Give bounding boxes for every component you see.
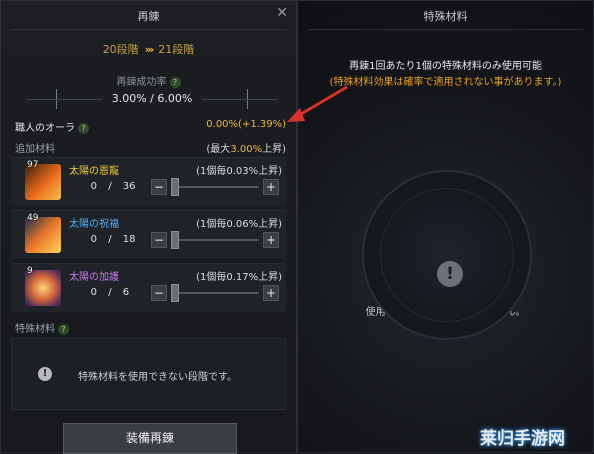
help-icon[interactable]: ? [78,122,89,134]
material-count: 49 [27,213,39,223]
extra-materials-max: (最大3.00%上昇) [206,140,286,155]
stage-to: 21段階 [158,43,195,56]
special-materials-header: 特殊材料? [15,320,286,335]
divider [11,29,286,30]
warning-icon: ! [437,261,463,287]
plus-button[interactable]: + [263,179,279,195]
quantity-current: 0 [90,234,97,245]
divider [308,29,583,30]
quantity-stepper[interactable]: − + [151,284,279,302]
material-quantity: 0 / 18 [83,234,147,245]
material-rate: (1個毎0.06%上昇) [196,219,282,230]
artisan-aura-label: 職人のオーラ [15,123,75,134]
plus-button[interactable]: + [263,285,279,301]
max-suffix: 上昇) [262,144,286,155]
quantity-stepper[interactable]: − + [151,231,279,249]
material-quantity: 0 / 6 [83,287,147,298]
material-row: 49 太陽の祝福 (1個毎0.06%上昇) 0 / 18 − + [11,210,286,259]
material-name: 太陽の恩寵 [69,166,119,177]
special-materials-label: 特殊材料 [15,324,55,335]
material-rate: (1個毎0.03%上昇) [196,166,282,177]
slider-track[interactable] [171,292,259,294]
material-row: 97 太陽の恩寵 (1個毎0.03%上昇) 0 / 36 − + [11,157,286,206]
special-notice-line2: (特殊材料効果は確率で適用されない事があります。) [329,77,562,88]
special-panel-title: 特殊材料 [423,10,468,23]
material-count: 97 [27,160,39,170]
max-prefix: (最大 [206,144,231,155]
refine-panel: 再錬 ✕ 20段階 ››› 21段階 再錬成功率? 3.00% / 6.00% 職人… [0,0,297,454]
stage-from: 20段階 [102,43,139,56]
help-icon[interactable]: ? [58,323,69,335]
quantity-slash: / [108,181,112,192]
watermark: 莱归手游网 [480,429,565,449]
quantity-max: 18 [122,234,136,245]
material-name: 太陽の祝福 [69,219,119,230]
quantity-current: 0 [90,287,97,298]
equipment-refine-button[interactable]: 装備再錬 [63,423,237,454]
slider-track[interactable] [171,239,259,241]
success-rate-value: 3.00% / 6.00% [101,92,203,105]
refine-panel-title: 再錬 [137,10,160,23]
slider-handle[interactable] [171,178,179,196]
close-icon[interactable]: ✕ [276,5,288,21]
success-rate-label-text: 再錬成功率 [116,77,167,88]
success-rate-box: 3.00% / 6.00% [27,89,277,109]
slider-handle[interactable] [171,284,179,302]
quantity-slash: / [108,234,112,245]
special-materials-message: 特殊材料を使用できない段階です。 [78,372,237,383]
quantity-slash: / [108,287,112,298]
stage-row: 20段階 ››› 21段階 [1,41,296,57]
material-row: 9 太陽の加護 (1個毎0.17%上昇) 0 / 6 − + [11,263,286,312]
plus-button[interactable]: + [263,232,279,248]
minus-button[interactable]: − [151,179,167,195]
info-icon: ! [38,367,52,381]
special-notice-line1: 再錬1回あたり1個の特殊材料のみ使用可能 [349,61,542,72]
extra-materials-header: 追加材料 (最大3.00%上昇) [15,140,286,155]
stage-arrows-icon: ››› [144,43,155,56]
quantity-max: 36 [122,181,136,192]
material-count: 9 [27,266,33,276]
artisan-aura-row: 職人のオーラ? 0.00%(+1.39%) [15,119,286,134]
minus-button[interactable]: − [151,232,167,248]
minus-button[interactable]: − [151,285,167,301]
help-icon[interactable]: ? [169,76,181,88]
material-name: 太陽の加護 [69,272,119,283]
success-rate-label: 再錬成功率? [1,73,296,88]
quantity-max: 6 [122,287,130,298]
slider-track[interactable] [171,186,259,188]
artisan-aura-value: 0.00%(+1.39%) [206,119,286,130]
slider-handle[interactable] [171,231,179,249]
quantity-stepper[interactable]: − + [151,178,279,196]
material-rate: (1個毎0.17%上昇) [196,272,282,283]
emblem-inner-ring [380,188,514,322]
special-materials-box: ! 特殊材料を使用できない段階です。 [11,338,286,410]
quantity-current: 0 [90,181,97,192]
material-quantity: 0 / 36 [83,181,147,192]
extra-materials-label: 追加材料 [15,144,55,155]
max-value: 3.00% [230,144,263,155]
